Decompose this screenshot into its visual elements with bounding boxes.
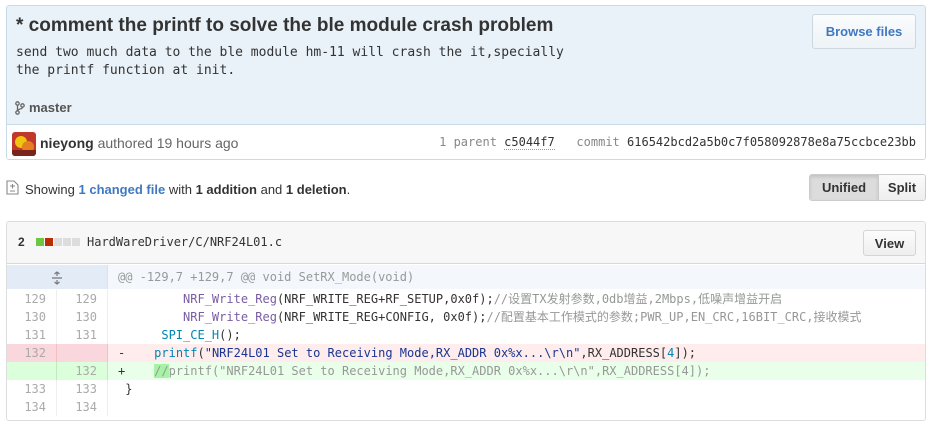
new-line-number[interactable]: 133	[57, 380, 108, 398]
old-line-number[interactable]: 132	[7, 344, 57, 362]
old-line-number[interactable]: 131	[7, 326, 57, 344]
file-diff: 2 HardWareDriver/C/NRF24L01.c View @@ -1…	[6, 221, 926, 421]
new-line-number[interactable]: 132	[57, 362, 108, 380]
diffstat-block	[36, 238, 44, 246]
diffstat	[36, 238, 80, 246]
code-line: NRF_Write_Reg(NRF_WRITE_REG+RF_SETUP,0x0…	[183, 292, 783, 306]
code-line: }	[125, 382, 133, 396]
commit-box: * comment the printf to solve the ble mo…	[6, 5, 926, 160]
commit-label: commit	[576, 135, 620, 149]
deletions-count: 1 deletion	[285, 181, 347, 197]
unified-button[interactable]: Unified	[810, 175, 879, 200]
diff-line: 131 131 SPI_CE_H();	[7, 326, 925, 344]
author-line: nieyong authored 19 hours ago	[40, 135, 238, 151]
diff-line: 129 129 NRF_Write_Reg(NRF_WRITE_REG+RF_S…	[7, 290, 925, 308]
branch-icon	[15, 100, 25, 115]
file-header: 2 HardWareDriver/C/NRF24L01.c View	[7, 222, 925, 264]
additions-count: 1 addition	[195, 181, 257, 197]
commit-header: * comment the printf to solve the ble mo…	[7, 6, 925, 125]
diffstat-block	[72, 238, 80, 246]
toc-summary: Showing 1 changed file with 1 addition a…	[6, 180, 350, 198]
hunk-text: @@ -129,7 +129,7 @@ void SetRX_Mode(void…	[118, 270, 415, 284]
diff-line: 133 133 }	[7, 380, 925, 398]
view-file-button[interactable]: View	[863, 230, 916, 256]
diff-toc: Showing 1 changed file with 1 addition a…	[6, 174, 926, 202]
diff-line: 134 134	[7, 398, 925, 416]
diff-line-deletion: 132 - printf("NRF24L01 Set to Receiving …	[7, 344, 925, 362]
branch-name: master	[29, 100, 72, 115]
hunk-header: @@ -129,7 +129,7 @@ void SetRX_Mode(void…	[7, 265, 925, 289]
new-line-number[interactable]: 130	[57, 308, 108, 326]
browse-files-button[interactable]: Browse files	[812, 14, 916, 49]
commit-sha: 616542bcd2a5b0c7f058092878e8a75ccbce23bb	[627, 135, 916, 149]
parent-label: 1 parent	[439, 135, 497, 149]
old-line-number[interactable]: 129	[7, 290, 57, 308]
commit-sha-info: 1 parent c5044f7 commit 616542bcd2a5b0c7…	[439, 135, 916, 150]
old-line-number[interactable]: 134	[7, 398, 57, 416]
authored-time: authored 19 hours ago	[97, 135, 239, 151]
old-line-number[interactable]: 133	[7, 380, 57, 398]
new-line-number[interactable]: 129	[57, 290, 108, 308]
commit-title: * comment the printf to solve the ble mo…	[16, 15, 554, 36]
diffstat-block	[45, 238, 53, 246]
changed-files-link[interactable]: 1 changed file	[79, 182, 166, 197]
diffstat-block	[54, 238, 62, 246]
author-avatar[interactable]	[12, 132, 36, 156]
code-line: NRF_Write_Reg(NRF_WRITE_REG+CONFIG, 0x0f…	[183, 310, 862, 324]
new-line-number[interactable]: 131	[57, 326, 108, 344]
diff-line-addition: 132 + //printf("NRF24L01 Set to Receivin…	[7, 362, 925, 380]
split-button[interactable]: Split	[879, 175, 925, 200]
old-line-number[interactable]: 130	[7, 308, 57, 326]
parent-sha-link[interactable]: c5044f7	[504, 135, 555, 150]
code-line: + //printf("NRF24L01 Set to Receiving Mo…	[118, 364, 711, 378]
old-line-number[interactable]	[7, 362, 57, 380]
author-name[interactable]: nieyong	[40, 135, 94, 151]
code-line: SPI_CE_H();	[161, 328, 241, 342]
diff-line: 130 130 NRF_Write_Reg(NRF_WRITE_REG+CONF…	[7, 308, 925, 326]
file-path[interactable]: HardWareDriver/C/NRF24L01.c	[87, 235, 282, 249]
branch-indicator[interactable]: master	[15, 100, 72, 115]
new-line-number[interactable]: 134	[57, 398, 108, 416]
file-diff-icon[interactable]	[6, 180, 19, 198]
change-count: 2	[18, 235, 25, 249]
diffstat-block	[63, 238, 71, 246]
code-line: - printf("NRF24L01 Set to Receiving Mode…	[118, 346, 697, 360]
new-line-number[interactable]	[57, 344, 108, 362]
commit-description: send two much data to the ble module hm-…	[16, 45, 564, 78]
diff-view-toggle: Unified Split	[809, 174, 926, 201]
unfold-icon[interactable]	[7, 265, 108, 289]
commit-meta: nieyong authored 19 hours ago 1 parent c…	[7, 125, 925, 159]
